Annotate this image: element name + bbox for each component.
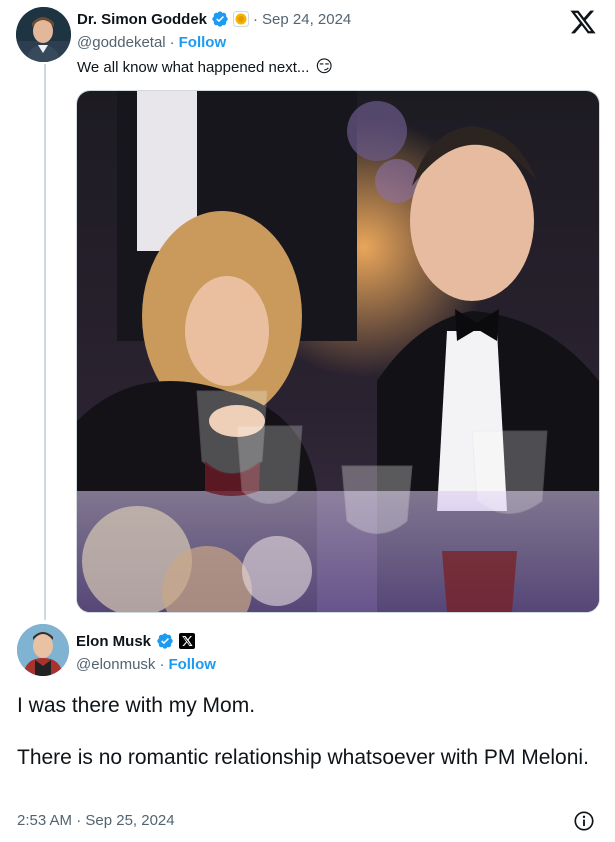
parent-tweet-header: Dr. Simon Goddek · Sep 24, 2024: [77, 9, 351, 29]
reply-body-paragraph-1: I was there with my Mom.: [17, 694, 256, 717]
verified-badge-icon: [157, 633, 173, 649]
thread-connector-line: [44, 64, 46, 620]
avatar-simon-goddek[interactable]: [16, 7, 71, 62]
tweet-photo[interactable]: [76, 90, 600, 613]
reply-tweet-body: I was there with my Mom. There is no rom…: [17, 693, 597, 771]
reply-tweet-header: Elon Musk: [76, 632, 196, 650]
affiliate-badge-icon: [233, 11, 250, 27]
parent-handle-row: @goddeketal · Follow: [77, 34, 226, 51]
handle-separator: ·: [159, 656, 165, 673]
reply-handle-row: @elonmusk · Follow: [76, 656, 216, 673]
x-logo-icon[interactable]: [569, 8, 597, 36]
reply-handle[interactable]: @elonmusk: [76, 656, 155, 673]
reply-body-paragraph-2: There is no romantic relationship whatso…: [17, 746, 589, 769]
handle-separator: ·: [169, 34, 175, 51]
header-separator: ·: [253, 10, 259, 28]
parent-handle[interactable]: @goddeketal: [77, 34, 166, 51]
verified-badge-icon: [212, 11, 228, 27]
x-affiliate-badge-icon: [179, 633, 196, 649]
smirk-emoji: 😏: [315, 57, 334, 76]
parent-tweet-text: We all know what happened next... 😏: [77, 57, 333, 77]
reply-display-name[interactable]: Elon Musk: [76, 633, 151, 650]
reply-timestamp[interactable]: 2:53 AM · Sep 25, 2024: [17, 812, 175, 829]
info-icon[interactable]: [573, 810, 595, 832]
parent-display-name[interactable]: Dr. Simon Goddek: [77, 11, 207, 28]
parent-tweet-text-content: We all know what happened next...: [77, 58, 310, 76]
reply-follow-button[interactable]: Follow: [168, 656, 216, 673]
parent-tweet-date[interactable]: Sep 24, 2024: [262, 11, 351, 28]
avatar-elon-musk[interactable]: [17, 624, 69, 676]
parent-follow-button[interactable]: Follow: [179, 34, 227, 51]
